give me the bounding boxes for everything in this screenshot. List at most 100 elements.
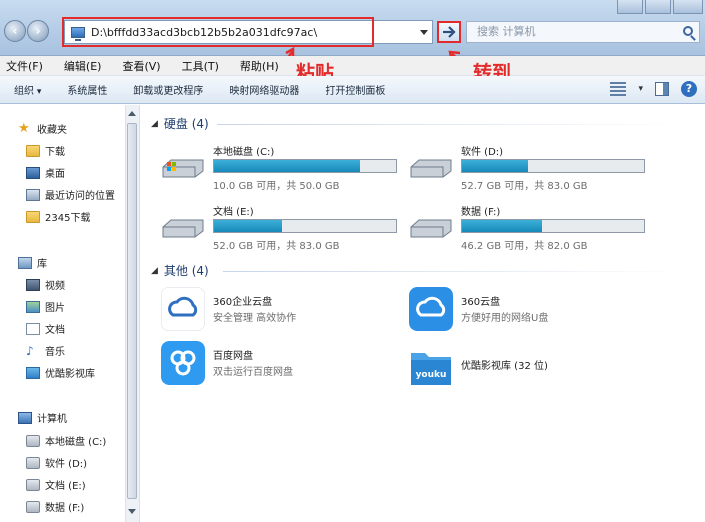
scroll-down-icon[interactable] bbox=[128, 509, 136, 514]
baidu-netdisk-icon bbox=[161, 341, 205, 385]
app-name: 百度网盘 bbox=[213, 351, 253, 362]
app-item-360-cloud[interactable]: 360云盘 方便好用的网络U盘 bbox=[409, 287, 649, 333]
nav-drive-d-label: 软件 (D:) bbox=[45, 459, 88, 470]
app-item-baidu-netdisk[interactable]: 百度网盘 双击运行百度网盘 bbox=[161, 341, 401, 387]
app-name: 360云盘 bbox=[461, 297, 501, 308]
uninstall-program-button[interactable]: 卸载或更改程序 bbox=[133, 82, 203, 97]
nav-documents[interactable]: 文档 bbox=[26, 321, 65, 336]
menu-edit[interactable]: 编辑(E) bbox=[64, 58, 102, 74]
collapse-icon[interactable]: ◢ bbox=[151, 266, 158, 276]
nav-computer-label: 计算机 bbox=[37, 414, 67, 425]
nav-computer[interactable]: 计算机 bbox=[18, 410, 67, 425]
drive-free-space: 52.7 GB 可用，共 83.0 GB bbox=[461, 181, 588, 192]
scroll-up-icon[interactable] bbox=[128, 111, 136, 116]
windows-drive-icon bbox=[162, 159, 204, 178]
drive-name: 文档 (E:) bbox=[213, 207, 254, 218]
app-description: 双击运行百度网盘 bbox=[213, 367, 293, 378]
nav-youku-label: 优酷影视库 bbox=[45, 369, 95, 380]
drive-free-space: 10.0 GB 可用，共 50.0 GB bbox=[213, 181, 340, 192]
nav-recent-places[interactable]: 最近访问的位置 bbox=[26, 187, 115, 202]
app-description: 安全管理 高效协作 bbox=[213, 313, 297, 324]
hard-drive-icon bbox=[26, 456, 40, 469]
computer-icon bbox=[18, 411, 32, 424]
organize-button[interactable]: 组织 bbox=[14, 82, 41, 97]
hard-drive-icon bbox=[26, 500, 40, 513]
library-icon bbox=[18, 256, 32, 269]
nav-drive-c[interactable]: 本地磁盘 (C:) bbox=[26, 433, 106, 448]
desktop-icon bbox=[26, 166, 40, 179]
drive-usage-fill bbox=[462, 220, 542, 232]
nav-downloads-label: 下载 bbox=[45, 147, 65, 158]
nav-drive-f[interactable]: 数据 (F:) bbox=[26, 499, 84, 514]
drive-usage-fill bbox=[214, 220, 282, 232]
folder-icon bbox=[26, 210, 40, 223]
nav-videos[interactable]: 视频 bbox=[26, 277, 65, 292]
view-dropdown-icon[interactable]: ▾ bbox=[638, 84, 643, 94]
drive-item[interactable]: 软件 (D:) 52.7 GB 可用，共 83.0 GB bbox=[409, 143, 649, 193]
recent-places-icon bbox=[26, 188, 40, 201]
app-name: 优酷影视库 (32 位) bbox=[461, 361, 548, 372]
nav-drive-d[interactable]: 软件 (D:) bbox=[26, 455, 87, 470]
group-divider bbox=[217, 124, 687, 125]
nav-drive-f-label: 数据 (F:) bbox=[45, 503, 85, 514]
star-icon: ★ bbox=[18, 120, 30, 136]
nav-2345-label: 2345下载 bbox=[45, 213, 91, 224]
nav-favorites[interactable]: ★ 收藏夹 bbox=[18, 120, 67, 137]
nav-libraries[interactable]: 库 bbox=[18, 255, 47, 270]
hard-drive-icon bbox=[410, 159, 452, 178]
video-icon bbox=[26, 278, 40, 291]
group-divider bbox=[223, 271, 687, 272]
hard-disks-group-header[interactable]: ◢ 硬盘 (4) bbox=[151, 115, 209, 132]
hard-disks-label: 硬盘 (4) bbox=[163, 117, 209, 131]
nav-music-label: 音乐 bbox=[45, 347, 65, 358]
menu-file[interactable]: 文件(F) bbox=[6, 58, 43, 74]
nav-videos-label: 视频 bbox=[45, 281, 65, 292]
music-icon: ♪ bbox=[26, 343, 34, 358]
360-cloud-icon bbox=[409, 287, 453, 331]
app-description: 方便好用的网络U盘 bbox=[461, 313, 549, 324]
nav-pictures[interactable]: 图片 bbox=[26, 299, 65, 314]
app-item-youku-library[interactable]: youku 优酷影视库 (32 位) bbox=[409, 345, 649, 391]
nav-scrollbar-thumb[interactable] bbox=[127, 123, 137, 499]
hard-drive-icon bbox=[410, 219, 452, 238]
nav-drive-e[interactable]: 文档 (E:) bbox=[26, 477, 86, 492]
map-network-drive-button[interactable]: 映射网络驱动器 bbox=[229, 82, 299, 97]
menu-help[interactable]: 帮助(H) bbox=[240, 58, 279, 74]
app-item-360-enterprise-cloud[interactable]: 360企业云盘 安全管理 高效协作 bbox=[161, 287, 401, 333]
nav-2345-downloads[interactable]: 2345下载 bbox=[26, 209, 90, 224]
360-enterprise-cloud-icon bbox=[161, 287, 205, 331]
menu-bar: 文件(F) 编辑(E) 查看(V) 工具(T) 帮助(H) bbox=[0, 56, 705, 76]
drive-usage-fill bbox=[462, 160, 529, 172]
nav-downloads[interactable]: 下载 bbox=[26, 143, 65, 158]
youku-logo-text: youku bbox=[416, 370, 447, 380]
drive-usage-bar bbox=[213, 219, 397, 233]
drive-usage-bar bbox=[461, 219, 645, 233]
open-control-panel-button[interactable]: 打开控制面板 bbox=[325, 82, 385, 97]
drive-item[interactable]: 数据 (F:) 46.2 GB 可用，共 82.0 GB bbox=[409, 203, 649, 253]
menu-tools[interactable]: 工具(T) bbox=[182, 58, 219, 74]
content-pane: ◢ 硬盘 (4) 本地磁盘 (C:) 10.0 GB 可用，共 50.0 GB … bbox=[141, 105, 705, 522]
nav-favorites-label: 收藏夹 bbox=[37, 125, 67, 136]
downloads-folder-icon bbox=[26, 144, 40, 157]
drive-item[interactable]: 本地磁盘 (C:) 10.0 GB 可用，共 50.0 GB bbox=[161, 143, 401, 193]
nav-desktop[interactable]: 桌面 bbox=[26, 165, 65, 180]
other-group-header[interactable]: ◢ 其他 (4) bbox=[151, 262, 209, 279]
change-view-icon[interactable] bbox=[610, 82, 627, 96]
preview-pane-icon[interactable] bbox=[655, 82, 669, 96]
system-properties-button[interactable]: 系统属性 bbox=[67, 82, 107, 97]
help-icon[interactable]: ? bbox=[681, 81, 697, 97]
drive-free-space: 52.0 GB 可用，共 83.0 GB bbox=[213, 241, 340, 252]
app-name: 360企业云盘 bbox=[213, 297, 273, 308]
other-label: 其他 (4) bbox=[163, 264, 209, 278]
nav-youku-library[interactable]: 优酷影视库 bbox=[26, 365, 95, 380]
nav-music[interactable]: ♪ 音乐 bbox=[26, 343, 65, 359]
hard-drive-icon bbox=[162, 219, 204, 238]
collapse-icon[interactable]: ◢ bbox=[151, 119, 158, 129]
drive-name: 软件 (D:) bbox=[461, 147, 504, 158]
drive-item[interactable]: 文档 (E:) 52.0 GB 可用，共 83.0 GB bbox=[161, 203, 401, 253]
menu-view[interactable]: 查看(V) bbox=[122, 58, 160, 74]
nav-documents-label: 文档 bbox=[45, 325, 65, 336]
drive-usage-fill bbox=[214, 160, 360, 172]
documents-icon bbox=[26, 322, 40, 335]
drive-name: 本地磁盘 (C:) bbox=[213, 147, 275, 158]
